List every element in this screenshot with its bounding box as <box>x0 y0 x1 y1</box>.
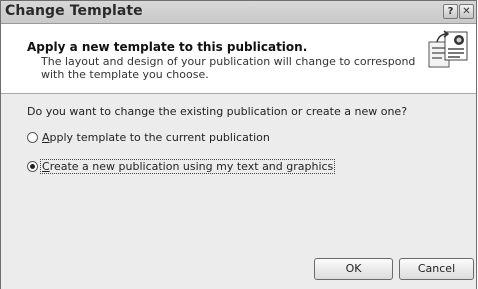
radio-create-new[interactable] <box>27 161 38 172</box>
option-create-new-label-rest: reate a new publication using my text an… <box>49 160 334 173</box>
title-bar: Change Template ? ✕ <box>1 1 476 24</box>
dialog-header: Apply a new template to this publication… <box>1 24 476 94</box>
change-template-dialog: Change Template ? ✕ Apply a new template… <box>0 0 477 289</box>
radio-apply-template[interactable] <box>27 132 38 143</box>
ok-button[interactable]: OK <box>314 258 393 280</box>
template-documents-icon <box>428 30 468 68</box>
radio-selected-dot <box>30 164 35 169</box>
question-text: Do you want to change the existing publi… <box>27 105 408 118</box>
question-mark-icon: ? <box>447 6 454 17</box>
cancel-button[interactable]: Cancel <box>399 258 474 280</box>
header-title: Apply a new template to this publication… <box>27 40 308 54</box>
help-button[interactable]: ? <box>443 4 458 19</box>
header-description: The layout and design of your publicatio… <box>41 55 416 81</box>
option-apply-template-label-rest: pply template to the current publication <box>49 131 270 144</box>
option-apply-template-label[interactable]: Apply template to the current publicatio… <box>42 131 270 144</box>
access-key-a: A <box>42 131 50 144</box>
access-key-c: C <box>42 160 50 173</box>
close-icon: ✕ <box>462 6 471 17</box>
dialog-title: Change Template <box>5 3 143 19</box>
option-create-new-label[interactable]: Create a new publication using my text a… <box>39 159 336 174</box>
close-button[interactable]: ✕ <box>459 4 474 19</box>
